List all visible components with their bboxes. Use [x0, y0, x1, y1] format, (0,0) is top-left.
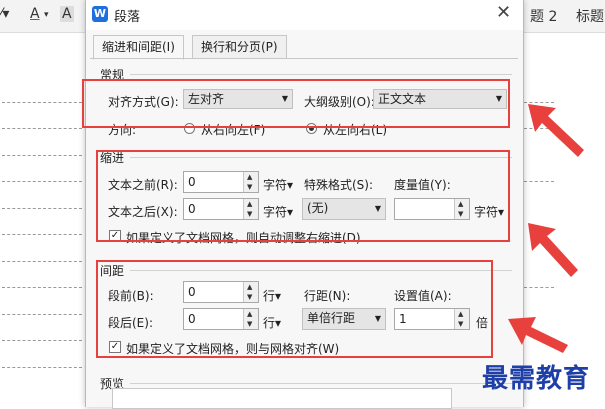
arrow-icon: [528, 223, 578, 277]
highlight-arrows: [508, 104, 584, 353]
arrow-icon: [508, 317, 568, 353]
watermark-logo: 最需教育: [482, 364, 591, 394]
arrow-icon: [528, 104, 584, 157]
